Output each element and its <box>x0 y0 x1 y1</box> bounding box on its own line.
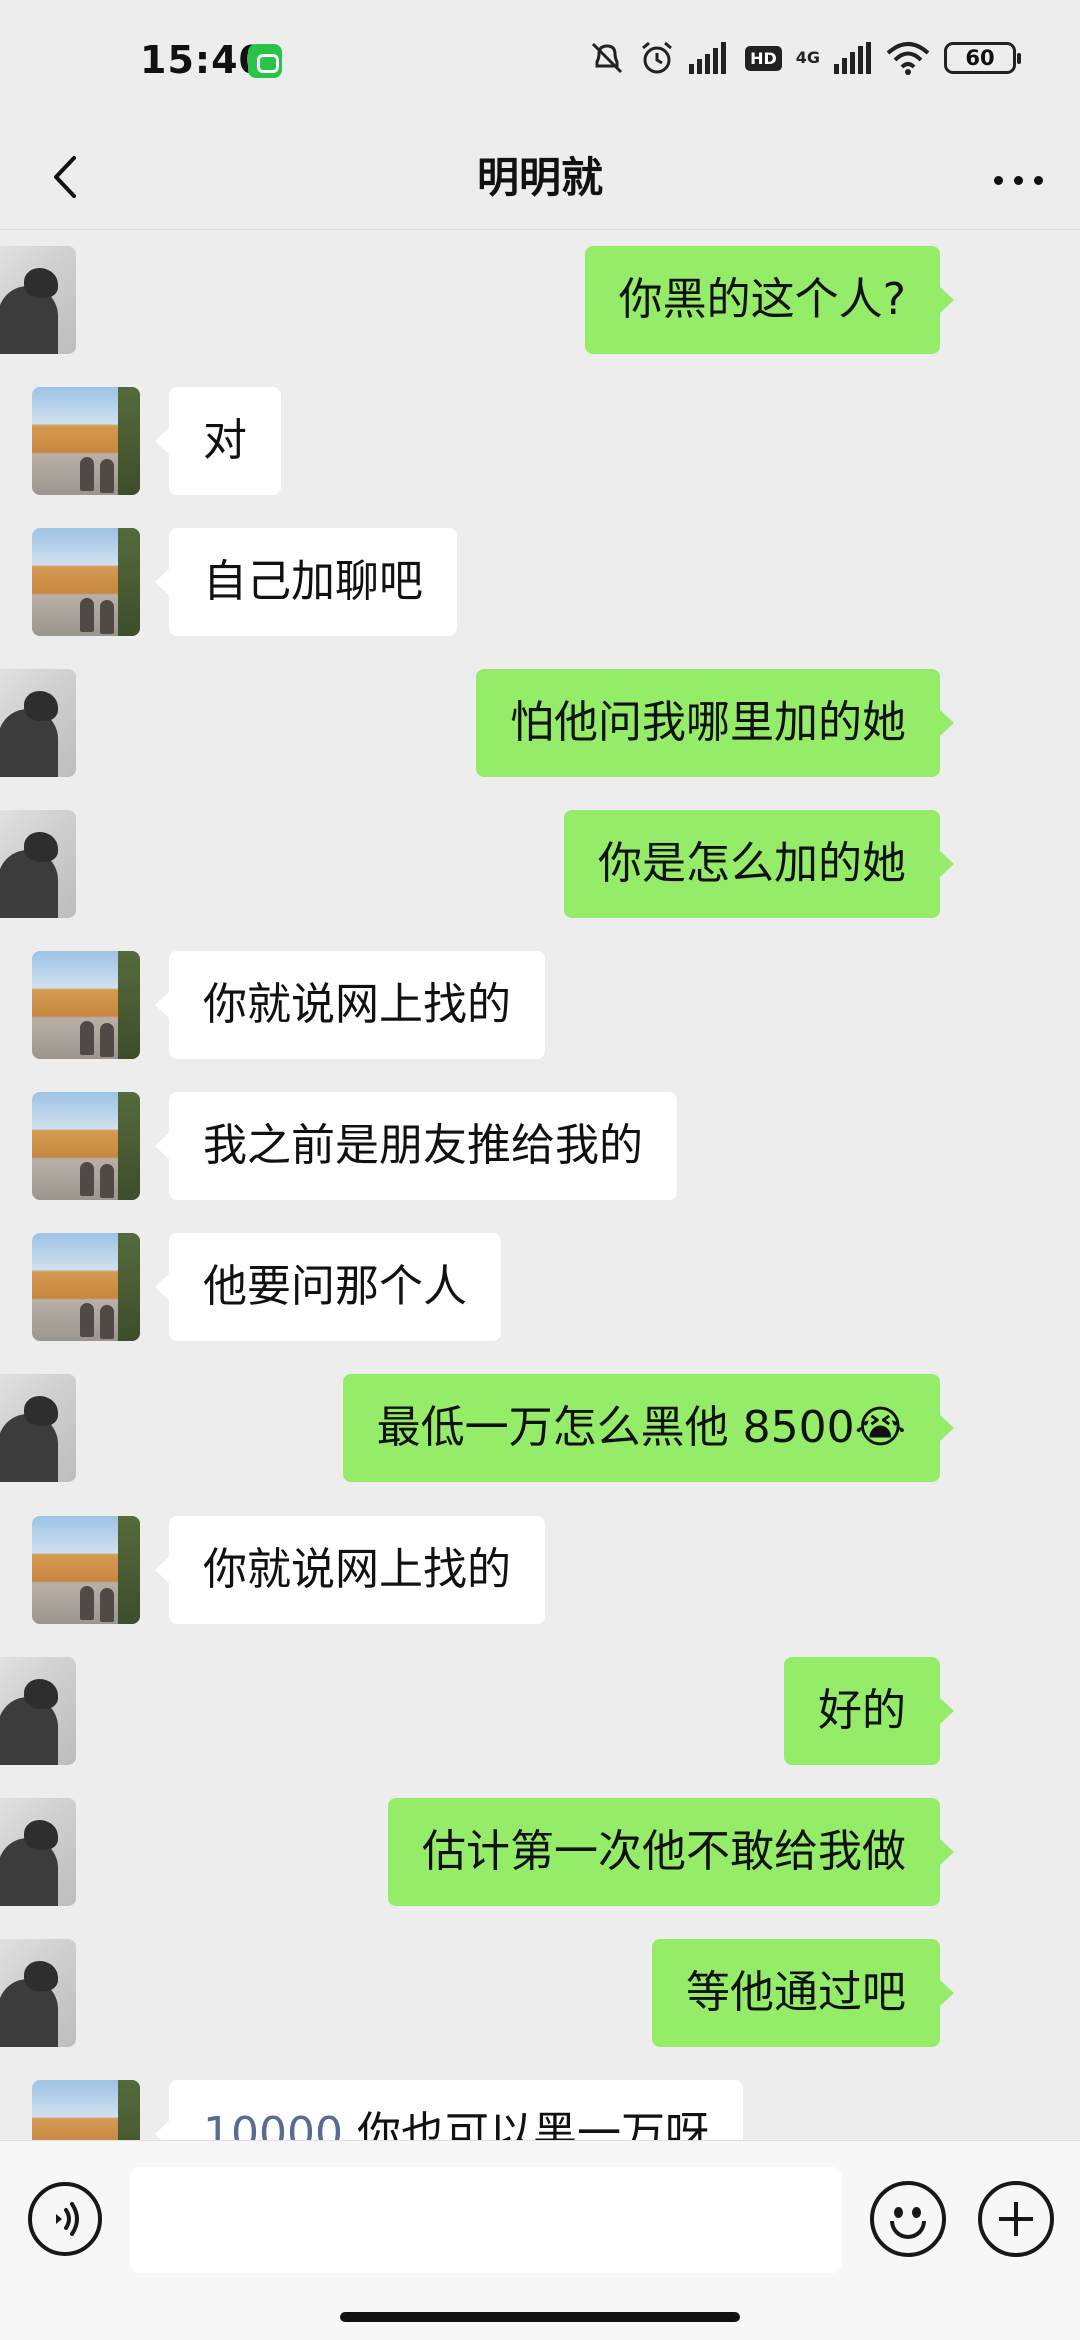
sent-message-bubble[interactable]: 你是怎么加的她 <box>564 810 954 918</box>
my-avatar[interactable] <box>0 1657 76 1765</box>
voice-icon <box>56 2202 79 2236</box>
message-row: 你黑的这个人? <box>0 246 1080 354</box>
message-text: 最低一万怎么黑他 8500 <box>376 1402 855 1453</box>
message-row: 我之前是朋友推给我的 <box>0 1092 1080 1200</box>
app-notification-icon <box>248 44 282 78</box>
message-row: 等他通过吧 <box>0 1939 1080 2047</box>
message-row: 10000 你也可以黑一万呀 <box>0 2080 1080 2140</box>
my-avatar[interactable] <box>0 246 76 354</box>
sent-message-bubble[interactable]: 你黑的这个人? <box>584 246 955 354</box>
crying-emoji-icon: 😭 <box>854 1402 906 1453</box>
received-message-bubble[interactable]: 自己加聊吧 <box>155 528 457 636</box>
message-row: 你就说网上找的 <box>0 1516 1080 1624</box>
received-message-bubble[interactable]: 对 <box>155 387 281 495</box>
message-row: 自己加聊吧 <box>0 528 1080 636</box>
message-row: 估计第一次他不敢给我做 <box>0 1798 1080 1906</box>
sent-message-bubble[interactable]: 好的 <box>784 1657 954 1765</box>
status-bar: 15:40 HD 4G 60 <box>0 0 1080 124</box>
message-row: 你就说网上找的 <box>0 951 1080 1059</box>
contact-avatar[interactable] <box>32 951 140 1059</box>
wifi-icon <box>886 42 930 75</box>
4g-signal-icon <box>834 42 871 74</box>
contact-avatar[interactable] <box>32 528 140 636</box>
my-avatar[interactable] <box>0 810 76 918</box>
more-button[interactable] <box>984 146 1054 210</box>
nav-bar: 明明就 <box>0 124 1080 230</box>
message-row: 对 <box>0 387 1080 495</box>
message-row: 好的 <box>0 1657 1080 1765</box>
message-text: 你也可以黑一万呀 <box>342 2108 709 2140</box>
contact-avatar[interactable] <box>32 387 140 495</box>
battery-icon: 60 <box>944 42 1021 74</box>
home-indicator[interactable] <box>340 2312 740 2322</box>
number-link[interactable]: 10000 <box>203 2108 343 2140</box>
contact-avatar[interactable] <box>32 2080 140 2140</box>
input-bar <box>0 2140 1080 2340</box>
chat-screen: 15:40 HD 4G 60 明明就 你黑的这个人? 对 自己加聊吧 怕他问我哪… <box>0 0 1080 2340</box>
message-input[interactable] <box>130 2167 842 2273</box>
emoji-button[interactable] <box>870 2181 946 2257</box>
sent-message-bubble[interactable]: 最低一万怎么黑他 8500😭 <box>342 1374 955 1482</box>
received-message-bubble[interactable]: 他要问那个人 <box>155 1233 501 1341</box>
received-message-bubble[interactable]: 你就说网上找的 <box>155 1516 545 1624</box>
status-icons: HD 4G 60 <box>589 40 1021 76</box>
received-message-bubble[interactable]: 10000 你也可以黑一万呀 <box>155 2080 743 2140</box>
message-row: 最低一万怎么黑他 8500😭 <box>0 1374 1080 1482</box>
chat-title: 明明就 <box>476 153 603 202</box>
received-message-bubble[interactable]: 我之前是朋友推给我的 <box>155 1092 677 1200</box>
message-row: 怕他问我哪里加的她 <box>0 669 1080 777</box>
my-avatar[interactable] <box>0 1939 76 2047</box>
sent-message-bubble[interactable]: 估计第一次他不敢给我做 <box>388 1798 954 1906</box>
contact-avatar[interactable] <box>32 1233 140 1341</box>
my-avatar[interactable] <box>0 669 76 777</box>
received-message-bubble[interactable]: 你就说网上找的 <box>155 951 545 1059</box>
plus-button[interactable] <box>978 2181 1054 2257</box>
signal-icon <box>689 42 727 74</box>
mute-icon <box>592 42 623 74</box>
4g-label: 4G <box>795 48 820 67</box>
my-avatar[interactable] <box>0 1374 76 1482</box>
sent-message-bubble[interactable]: 等他通过吧 <box>652 1939 954 2047</box>
message-row: 他要问那个人 <box>0 1233 1080 1341</box>
sent-message-bubble[interactable]: 怕他问我哪里加的她 <box>476 669 954 777</box>
message-row: 你是怎么加的她 <box>0 810 1080 918</box>
contact-avatar[interactable] <box>32 1516 140 1624</box>
contact-avatar[interactable] <box>32 1092 140 1200</box>
my-avatar[interactable] <box>0 1798 76 1906</box>
voice-button[interactable] <box>28 2182 102 2256</box>
hd-icon: HD <box>745 45 782 71</box>
alarm-icon <box>642 41 673 74</box>
message-list[interactable]: 你黑的这个人? 对 自己加聊吧 怕他问我哪里加的她 你是怎么加的她 你就说网上找… <box>0 231 1080 2140</box>
